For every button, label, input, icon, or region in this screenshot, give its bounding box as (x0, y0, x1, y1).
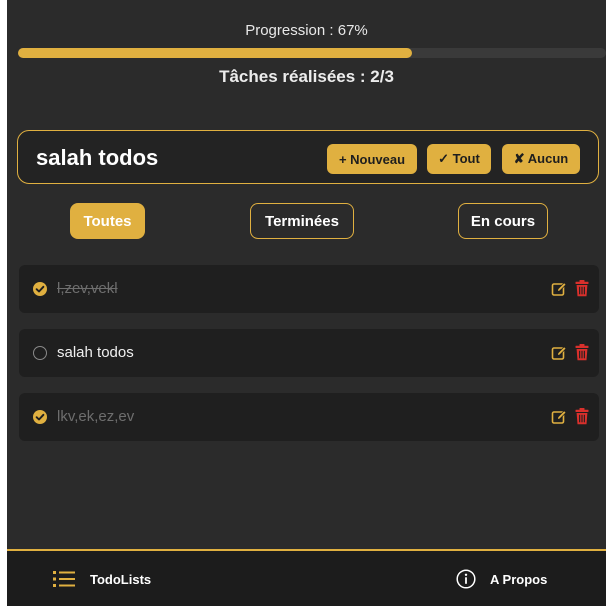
list-header: salah todos + Nouveau ✓ Tout ✘ Aucun (17, 130, 599, 184)
nav-todolists[interactable]: TodoLists (47, 551, 167, 606)
edit-icon[interactable] (551, 345, 567, 361)
filter-all-tab[interactable]: Toutes (70, 203, 145, 239)
new-task-button[interactable]: + Nouveau (327, 144, 417, 174)
circle-icon[interactable] (33, 346, 47, 360)
nav-about[interactable]: A Propos (452, 551, 562, 606)
nav-about-label: A Propos (490, 572, 548, 587)
task-item: l,zev,vekl (19, 265, 599, 313)
trash-icon[interactable] (575, 408, 589, 425)
nav-todolists-label: TodoLists (90, 572, 152, 587)
filter-done-tab[interactable]: Terminées (250, 203, 354, 239)
list-icon (53, 570, 75, 588)
check-circle-icon[interactable] (33, 410, 47, 424)
task-label: salah todos (57, 344, 134, 361)
progress-label: Progression : 67% (245, 22, 368, 39)
trash-icon[interactable] (575, 344, 589, 361)
check-circle-icon[interactable] (33, 282, 47, 296)
completed-count: Tâches réalisées : 2/3 (219, 67, 394, 86)
check-all-button[interactable]: ✓ Tout (427, 144, 491, 174)
task-label: l,zev,vekl (57, 280, 118, 297)
bottom-nav: TodoLists A Propos (7, 549, 606, 606)
progress-bar (18, 48, 606, 58)
trash-icon[interactable] (575, 280, 589, 297)
progress-bar-fill (18, 48, 412, 58)
edit-icon[interactable] (551, 281, 567, 297)
filter-in-progress-tab[interactable]: En cours (458, 203, 548, 239)
list-title: salah todos (36, 145, 159, 170)
task-item: lkv,ek,ez,ev (19, 393, 599, 441)
info-icon (456, 569, 476, 589)
app: Progression : 67% Tâches réalisées : 2/3… (7, 0, 606, 606)
task-label: lkv,ek,ez,ev (57, 408, 135, 425)
edit-icon[interactable] (551, 409, 567, 425)
uncheck-all-button[interactable]: ✘ Aucun (502, 144, 580, 174)
task-item: salah todos (19, 329, 599, 377)
